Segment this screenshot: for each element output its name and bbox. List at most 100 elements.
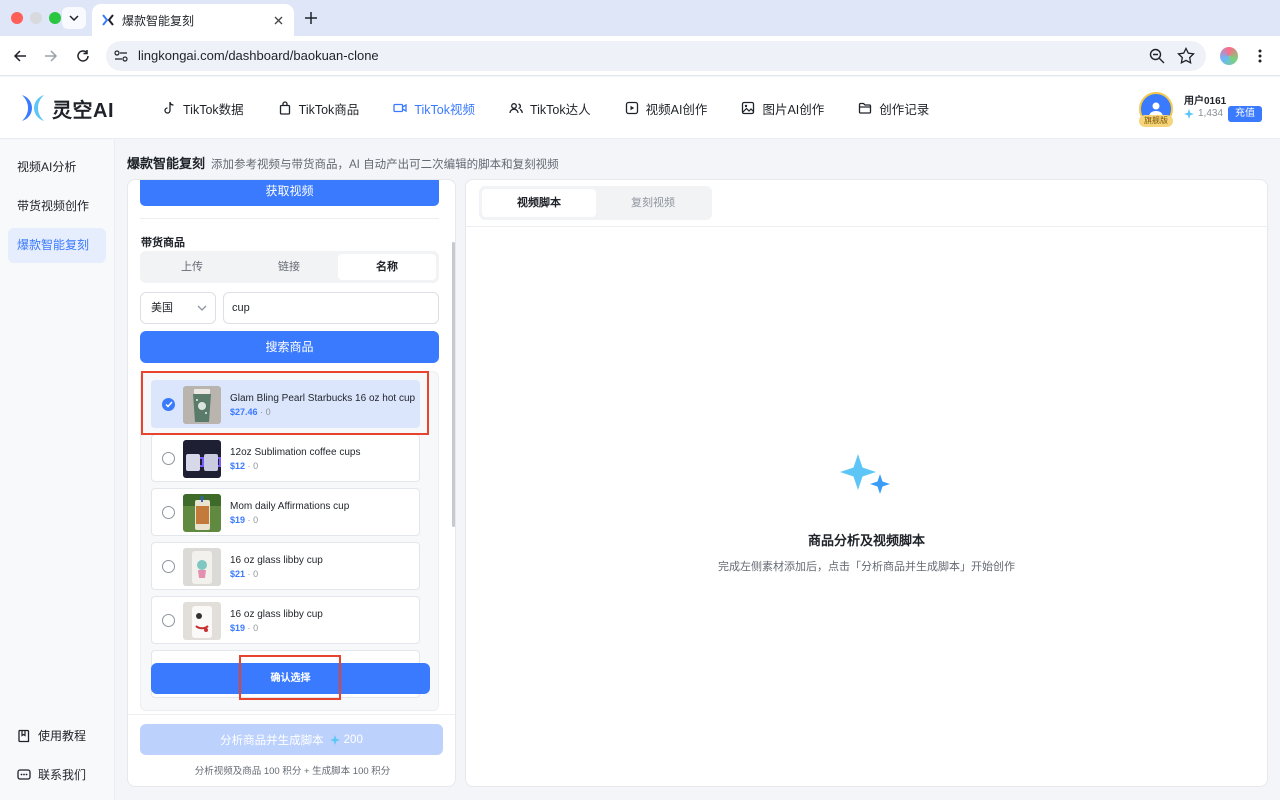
divider [466,226,1267,227]
analyze-cost: 200 [343,733,363,746]
sidebar-tutorial-link[interactable]: 使用教程 [17,727,86,744]
product-sales: 0 [253,623,259,633]
video-ai-icon [625,101,638,115]
tab-name[interactable]: 名称 [338,254,436,280]
app-header: 灵空AI TikTok数据 TikTok商品 TikTok视频 TikTok达人… [0,77,1280,139]
address-bar[interactable]: lingkongai.com/dashboard/baokuan-clone [106,41,1206,71]
logo-text: 灵空AI [52,99,114,122]
product-item[interactable]: 12oz Sublimation coffee cups $12 · 0 [151,434,420,482]
site-favicon-icon [102,14,114,26]
tab-video-script[interactable]: 视频脚本 [482,189,596,217]
video-camera-icon [393,103,407,113]
browser-profile-avatar[interactable] [1220,47,1238,65]
highlight-confirm-button [239,655,341,700]
nav-tiktok-products[interactable]: TikTok商品 [278,99,360,117]
new-tab-button[interactable] [302,9,320,27]
radio-unchecked[interactable] [162,452,175,465]
radio-unchecked[interactable] [162,506,175,519]
reload-button[interactable] [73,46,93,66]
nav-label: 视频AI创作 [645,102,708,117]
scrollbar[interactable] [452,242,455,527]
search-products-button[interactable]: 搜索商品 [140,331,439,363]
nav-tiktok-data[interactable]: TikTok数据 [162,99,244,117]
product-item[interactable]: Mom daily Affirmations cup $19 · 0 [151,488,420,536]
users-icon [509,103,523,114]
sparkle-icon [329,734,340,745]
product-name: Mom daily Affirmations cup [230,501,350,512]
country-select[interactable]: 美国 [140,292,216,324]
nav-label: 创作记录 [879,102,930,117]
meta-separator: · [247,461,251,471]
product-thumbnail [183,548,221,586]
fetch-video-button[interactable]: 获取视频 [140,180,439,206]
radio-unchecked[interactable] [162,614,175,627]
divider [128,714,455,715]
bookmark-star-icon[interactable] [1177,47,1195,65]
nav-tiktok-creators[interactable]: TikTok达人 [509,99,591,117]
meta-separator: · [247,515,251,525]
product-item[interactable]: 16 oz glass libby cup $21 · 0 [151,542,420,590]
credits-value: 1,434 [1198,108,1224,119]
zoom-icon[interactable] [1149,48,1165,64]
window-close-button[interactable] [11,12,23,24]
window-maximize-button[interactable] [49,12,61,24]
nav-label: TikTok视频 [414,102,475,117]
browser-tabstrip: 爆款智能复刻 [0,0,1280,36]
product-price: $21 [230,569,246,579]
browser-toolbar: lingkongai.com/dashboard/baokuan-clone [0,36,1280,76]
site-settings-icon[interactable] [113,48,129,64]
materials-scroll-area[interactable]: 获取视频 带货商品 上传 链接 名称 美国 搜索商品 Glam Bling Pe… [128,180,455,715]
product-thumbnail [183,494,221,532]
sidebar-footer-label: 联系我们 [38,768,87,782]
chevron-down-icon [69,15,79,21]
nav-image-ai[interactable]: 图片AI创作 [741,99,824,117]
nav-label: TikTok商品 [298,102,360,117]
browser-menu-button[interactable] [1252,47,1268,65]
image-icon [742,101,755,115]
nav-tiktok-videos[interactable]: TikTok视频 [393,99,475,117]
chat-icon [17,768,31,780]
nav-history[interactable]: 创作记录 [858,99,929,117]
nav-video-ai[interactable]: 视频AI创作 [625,99,708,117]
window-minimize-button[interactable] [30,12,42,24]
product-section-label: 带货商品 [141,237,185,249]
tab-clone-video[interactable]: 复刻视频 [596,189,710,217]
empty-state-subtitle: 完成左侧素材添加后，点击「分析商品并生成脚本」开始创作 [718,561,1015,573]
product-meta: $12 · 0 [230,461,258,471]
credit-cost-note: 分析视频及商品 100 积分 + 生成脚本 100 积分 [194,766,391,777]
tab-search-button[interactable] [62,7,86,29]
product-meta: $19 · 0 [230,515,258,525]
page-subtitle: 添加参考视频与带货商品，AI 自动产出可二次编辑的脚本和复刻视频 [211,159,559,171]
sidebar-item-video-analysis[interactable]: 视频AI分析 [8,150,106,185]
folder-icon [859,102,872,114]
top-nav: TikTok数据 TikTok商品 TikTok视频 TikTok达人 视频AI… [162,99,963,117]
radio-unchecked[interactable] [162,560,175,573]
close-icon[interactable] [270,12,286,28]
arrow-left-icon [13,50,26,62]
tab-link[interactable]: 链接 [240,254,338,280]
product-sales: 0 [253,461,259,471]
nav-label: TikTok达人 [529,102,591,117]
product-item[interactable]: 16 oz glass libby cup $19 · 0 [151,596,420,644]
product-meta: $21 · 0 [230,569,258,579]
recharge-button[interactable]: 充值 [1228,106,1262,122]
nav-label: 图片AI创作 [762,102,825,117]
product-price: $12 [230,461,246,471]
sidebar-contact-link[interactable]: 联系我们 [17,766,86,783]
back-button[interactable] [10,46,30,66]
tab-upload[interactable]: 上传 [143,254,241,280]
chevron-down-icon [197,305,207,311]
sidebar-footer-label: 使用教程 [38,729,87,743]
plan-badge: 旗舰版 [1139,115,1173,127]
product-search-input[interactable] [223,292,439,324]
product-thumbnail [183,440,221,478]
analyze-generate-button[interactable]: 分析商品并生成脚本 200 [140,724,443,755]
browser-tab[interactable]: 爆款智能复刻 [92,4,294,36]
sidebar-item-viral-clone[interactable]: 爆款智能复刻 [8,228,106,263]
sidebar: 视频AI分析 带货视频创作 爆款智能复刻 使用教程 联系我们 [0,140,115,800]
logo[interactable]: 灵空AI [20,93,114,123]
product-sales: 0 [253,515,259,525]
forward-button[interactable] [41,46,61,66]
sidebar-item-commerce-video[interactable]: 带货视频创作 [8,189,106,224]
page-title: 爆款智能复刻 [127,156,206,171]
